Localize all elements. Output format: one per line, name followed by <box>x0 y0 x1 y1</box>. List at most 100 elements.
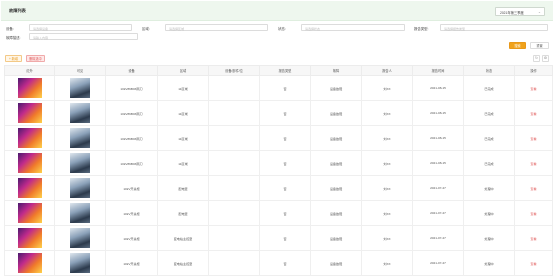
visible-thumbnail[interactable] <box>70 78 90 98</box>
time-cell: 2021-08-15 <box>412 150 464 176</box>
infrared-thumbnail[interactable] <box>17 78 42 98</box>
reset-button[interactable]: 重置 <box>530 42 549 49</box>
add-button[interactable]: + 新增 <box>5 55 22 62</box>
part-cell <box>208 200 260 226</box>
part-cell <box>208 150 260 176</box>
time-cell: 2021-08-15 <box>412 75 464 101</box>
device-filter-label: 设备: <box>6 27 14 31</box>
area-filter-input[interactable]: 请选择区域 <box>165 24 268 31</box>
infrared-thumbnail[interactable] <box>17 178 42 198</box>
view-link[interactable]: 查看 <box>530 262 536 266</box>
view-link[interactable]: 查看 <box>530 187 536 191</box>
reporter-cell: 刘XX <box>361 125 413 151</box>
area-cell: 变电站主控室 <box>157 250 209 276</box>
visible-thumbnail[interactable] <box>70 153 90 173</box>
visible-thumbnail[interactable] <box>70 253 90 273</box>
reporter-cell: 刘XX <box>361 250 413 276</box>
quarter-select-value: 2021年第三季度 <box>500 11 524 16</box>
table-row[interactable]: 10kV86B03隔刀 11区域 否设备故障 刘XX 2021-08-15 已完成 查看 <box>4 100 553 126</box>
visible-thumb-cell <box>54 100 106 126</box>
table-row[interactable]: 10kV86B03隔刀 11区域 否设备故障 刘XX 2021-08-15 已完成 查看 <box>4 75 553 101</box>
quarter-select[interactable]: 2021年第三季度 ⌄ <box>495 7 545 16</box>
infrared-thumbnail[interactable] <box>17 203 42 223</box>
table-row[interactable]: 10kV开关柜 变电站主控室 否设备故障 刘XX 2021-07-27 处理中 查看 <box>4 250 553 276</box>
visible-thumbnail[interactable] <box>70 178 90 198</box>
visible-thumb-cell <box>54 175 106 201</box>
operation-cell: 查看 <box>514 175 553 201</box>
visible-thumbnail[interactable] <box>70 103 90 123</box>
fault-cell: 设备故障 <box>310 125 362 151</box>
status-cell: 已完成 <box>463 100 515 126</box>
area-cell: 11区域 <box>157 100 209 126</box>
operation-cell: 查看 <box>514 100 553 126</box>
page-header: 故障列表 2021年第三季度 ⌄ <box>1 1 553 21</box>
view-link[interactable]: 查看 <box>530 162 536 166</box>
table-row[interactable]: 10kV开关柜 变电站主控室 否设备故障 刘XX 2021-07-27 处理中 查看 <box>4 225 553 251</box>
area-cell: 11区域 <box>157 150 209 176</box>
delete-selected-button[interactable]: 删除选中 <box>26 55 45 62</box>
view-link[interactable]: 查看 <box>530 137 536 141</box>
operation-cell: 查看 <box>514 200 553 226</box>
device-filter-input[interactable]: 请选择设备 <box>29 24 132 31</box>
infrared-thumbnail[interactable] <box>17 128 42 148</box>
time-cell: 2021-07-27 <box>412 175 464 201</box>
type-cell: 否 <box>259 250 311 276</box>
status-cell: 处理中 <box>463 250 515 276</box>
column-header: 状态 <box>463 65 515 76</box>
report-type-filter-input[interactable]: 请选择报告类型 <box>440 24 548 31</box>
status-filter-input[interactable]: 请选择状态 <box>301 24 405 31</box>
status-filter-label: 状态: <box>278 27 286 31</box>
visible-thumbnail[interactable] <box>70 128 90 148</box>
search-button[interactable]: 搜索 <box>509 42 526 49</box>
device-cell: 10kV开关柜 <box>105 250 158 276</box>
column-header: 设备 <box>105 65 158 76</box>
table-row[interactable]: 10kV开关柜 配电室 否设备故障 刘XX 2021-07-27 处理中 查看 <box>4 200 553 226</box>
device-cell: 10kV86B03隔刀 <box>105 125 158 151</box>
infrared-thumbnail[interactable] <box>17 228 42 248</box>
fault-cell: 设备故障 <box>310 200 362 226</box>
table-row[interactable]: 10kV86B03隔刀 11区域 否设备故障 刘XX 2021-08-15 已完成 查看 <box>4 150 553 176</box>
table-row[interactable]: 10kV开关柜 配电室 否设备故障 刘XX 2021-07-27 处理中 查看 <box>4 175 553 201</box>
column-header: 红外 <box>4 65 55 76</box>
view-link[interactable]: 查看 <box>530 212 536 216</box>
fault-desc-filter-input[interactable]: 请输入内容 <box>29 33 138 40</box>
type-cell: 否 <box>259 150 311 176</box>
area-cell: 变电站主控室 <box>157 225 209 251</box>
part-cell <box>208 250 260 276</box>
settings-icon[interactable]: ⚙ <box>542 55 549 62</box>
column-header: 报告时间 <box>412 65 464 76</box>
column-header: 可见 <box>54 65 106 76</box>
area-cell: 配电室 <box>157 175 209 201</box>
operation-cell: 查看 <box>514 250 553 276</box>
infrared-thumbnail[interactable] <box>17 253 42 273</box>
fault-cell: 设备故障 <box>310 250 362 276</box>
fault-desc-filter-placeholder: 请输入内容 <box>33 35 49 40</box>
table-row[interactable]: 10kV86B03隔刀 11区域 否设备故障 刘XX 2021-08-15 已完成 查看 <box>4 125 553 151</box>
visible-thumbnail[interactable] <box>70 203 90 223</box>
type-cell: 否 <box>259 75 311 101</box>
column-header: 报告类型 <box>259 65 311 76</box>
infrared-thumbnail[interactable] <box>17 153 42 173</box>
device-cell: 10kV开关柜 <box>105 200 158 226</box>
visible-thumbnail[interactable] <box>70 228 90 248</box>
visible-thumb-cell <box>54 200 106 226</box>
time-cell: 2021-07-27 <box>412 200 464 226</box>
status-cell: 处理中 <box>463 200 515 226</box>
visible-thumb-cell <box>54 150 106 176</box>
view-link[interactable]: 查看 <box>530 237 536 241</box>
device-filter-placeholder: 请选择设备 <box>33 26 49 31</box>
reporter-cell: 刘XX <box>361 150 413 176</box>
table-header-row: 红外 可见 设备 区域 设备/部件/位 报告类型 故障 报告人 报告时间 状态 操作 <box>4 65 553 76</box>
report-type-filter-label: 报告类型: <box>414 27 429 31</box>
column-header: 设备/部件/位 <box>208 65 260 76</box>
refresh-icon[interactable]: ↻ <box>533 55 540 62</box>
part-cell <box>208 100 260 126</box>
view-link[interactable]: 查看 <box>530 112 536 116</box>
type-cell: 否 <box>259 200 311 226</box>
area-cell: 11区域 <box>157 125 209 151</box>
view-link[interactable]: 查看 <box>530 87 536 91</box>
fault-cell: 设备故障 <box>310 75 362 101</box>
infrared-thumbnail[interactable] <box>17 103 42 123</box>
device-cell: 10kV86B03隔刀 <box>105 100 158 126</box>
ir-thumb-cell <box>4 225 55 251</box>
